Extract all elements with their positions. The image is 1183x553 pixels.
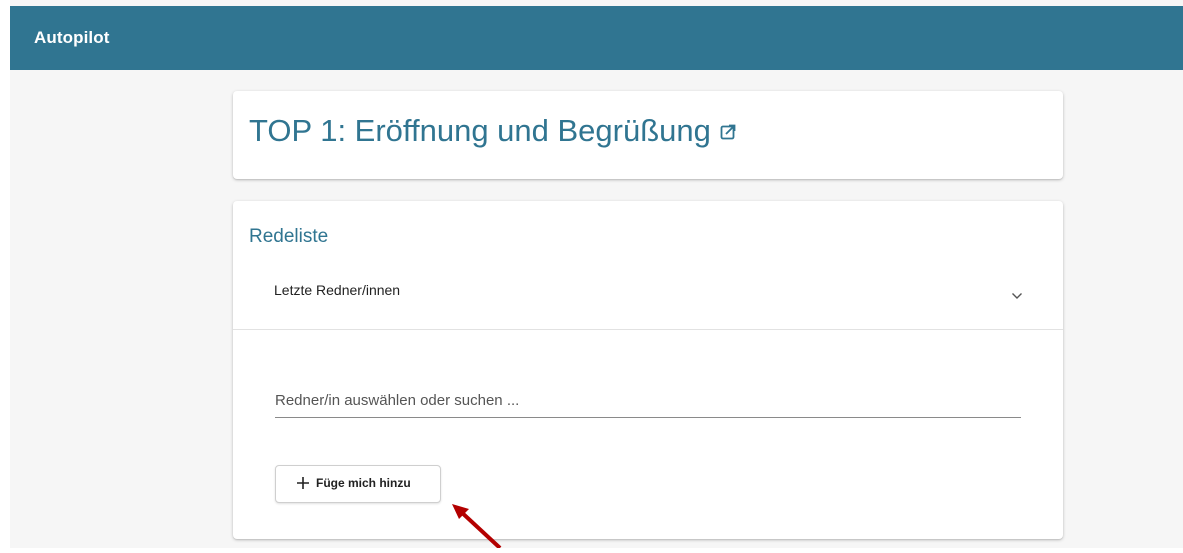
last-speakers-label: Letzte Redner/innen [274,282,401,298]
add-myself-label: Füge mich hinzu [316,476,411,490]
speakers-list-card: Redeliste Letzte Redner/innen Füge mich … [233,201,1063,539]
speakers-section-title: Redeliste [249,226,329,247]
agenda-item-title: TOP 1: Eröffnung und Begrüßung [249,113,711,148]
add-myself-button[interactable]: Füge mich hinzu [275,465,441,503]
window-edge [0,0,10,548]
arrow-icon [440,495,510,553]
plus-icon [296,476,310,495]
chevron-down-icon [1011,287,1023,305]
app-header: Autopilot [10,6,1183,70]
last-speakers-expander[interactable]: Letzte Redner/innen [233,263,1063,330]
agenda-item-card: TOP 1: Eröffnung und Begrüßung [233,91,1063,179]
speaker-search-field[interactable] [275,381,1021,418]
app-title: Autopilot [34,28,110,47]
agenda-item-heading: TOP 1: Eröffnung und Begrüßung [249,113,737,149]
external-link-icon[interactable] [719,113,737,149]
speaker-search-input[interactable] [275,389,1015,411]
